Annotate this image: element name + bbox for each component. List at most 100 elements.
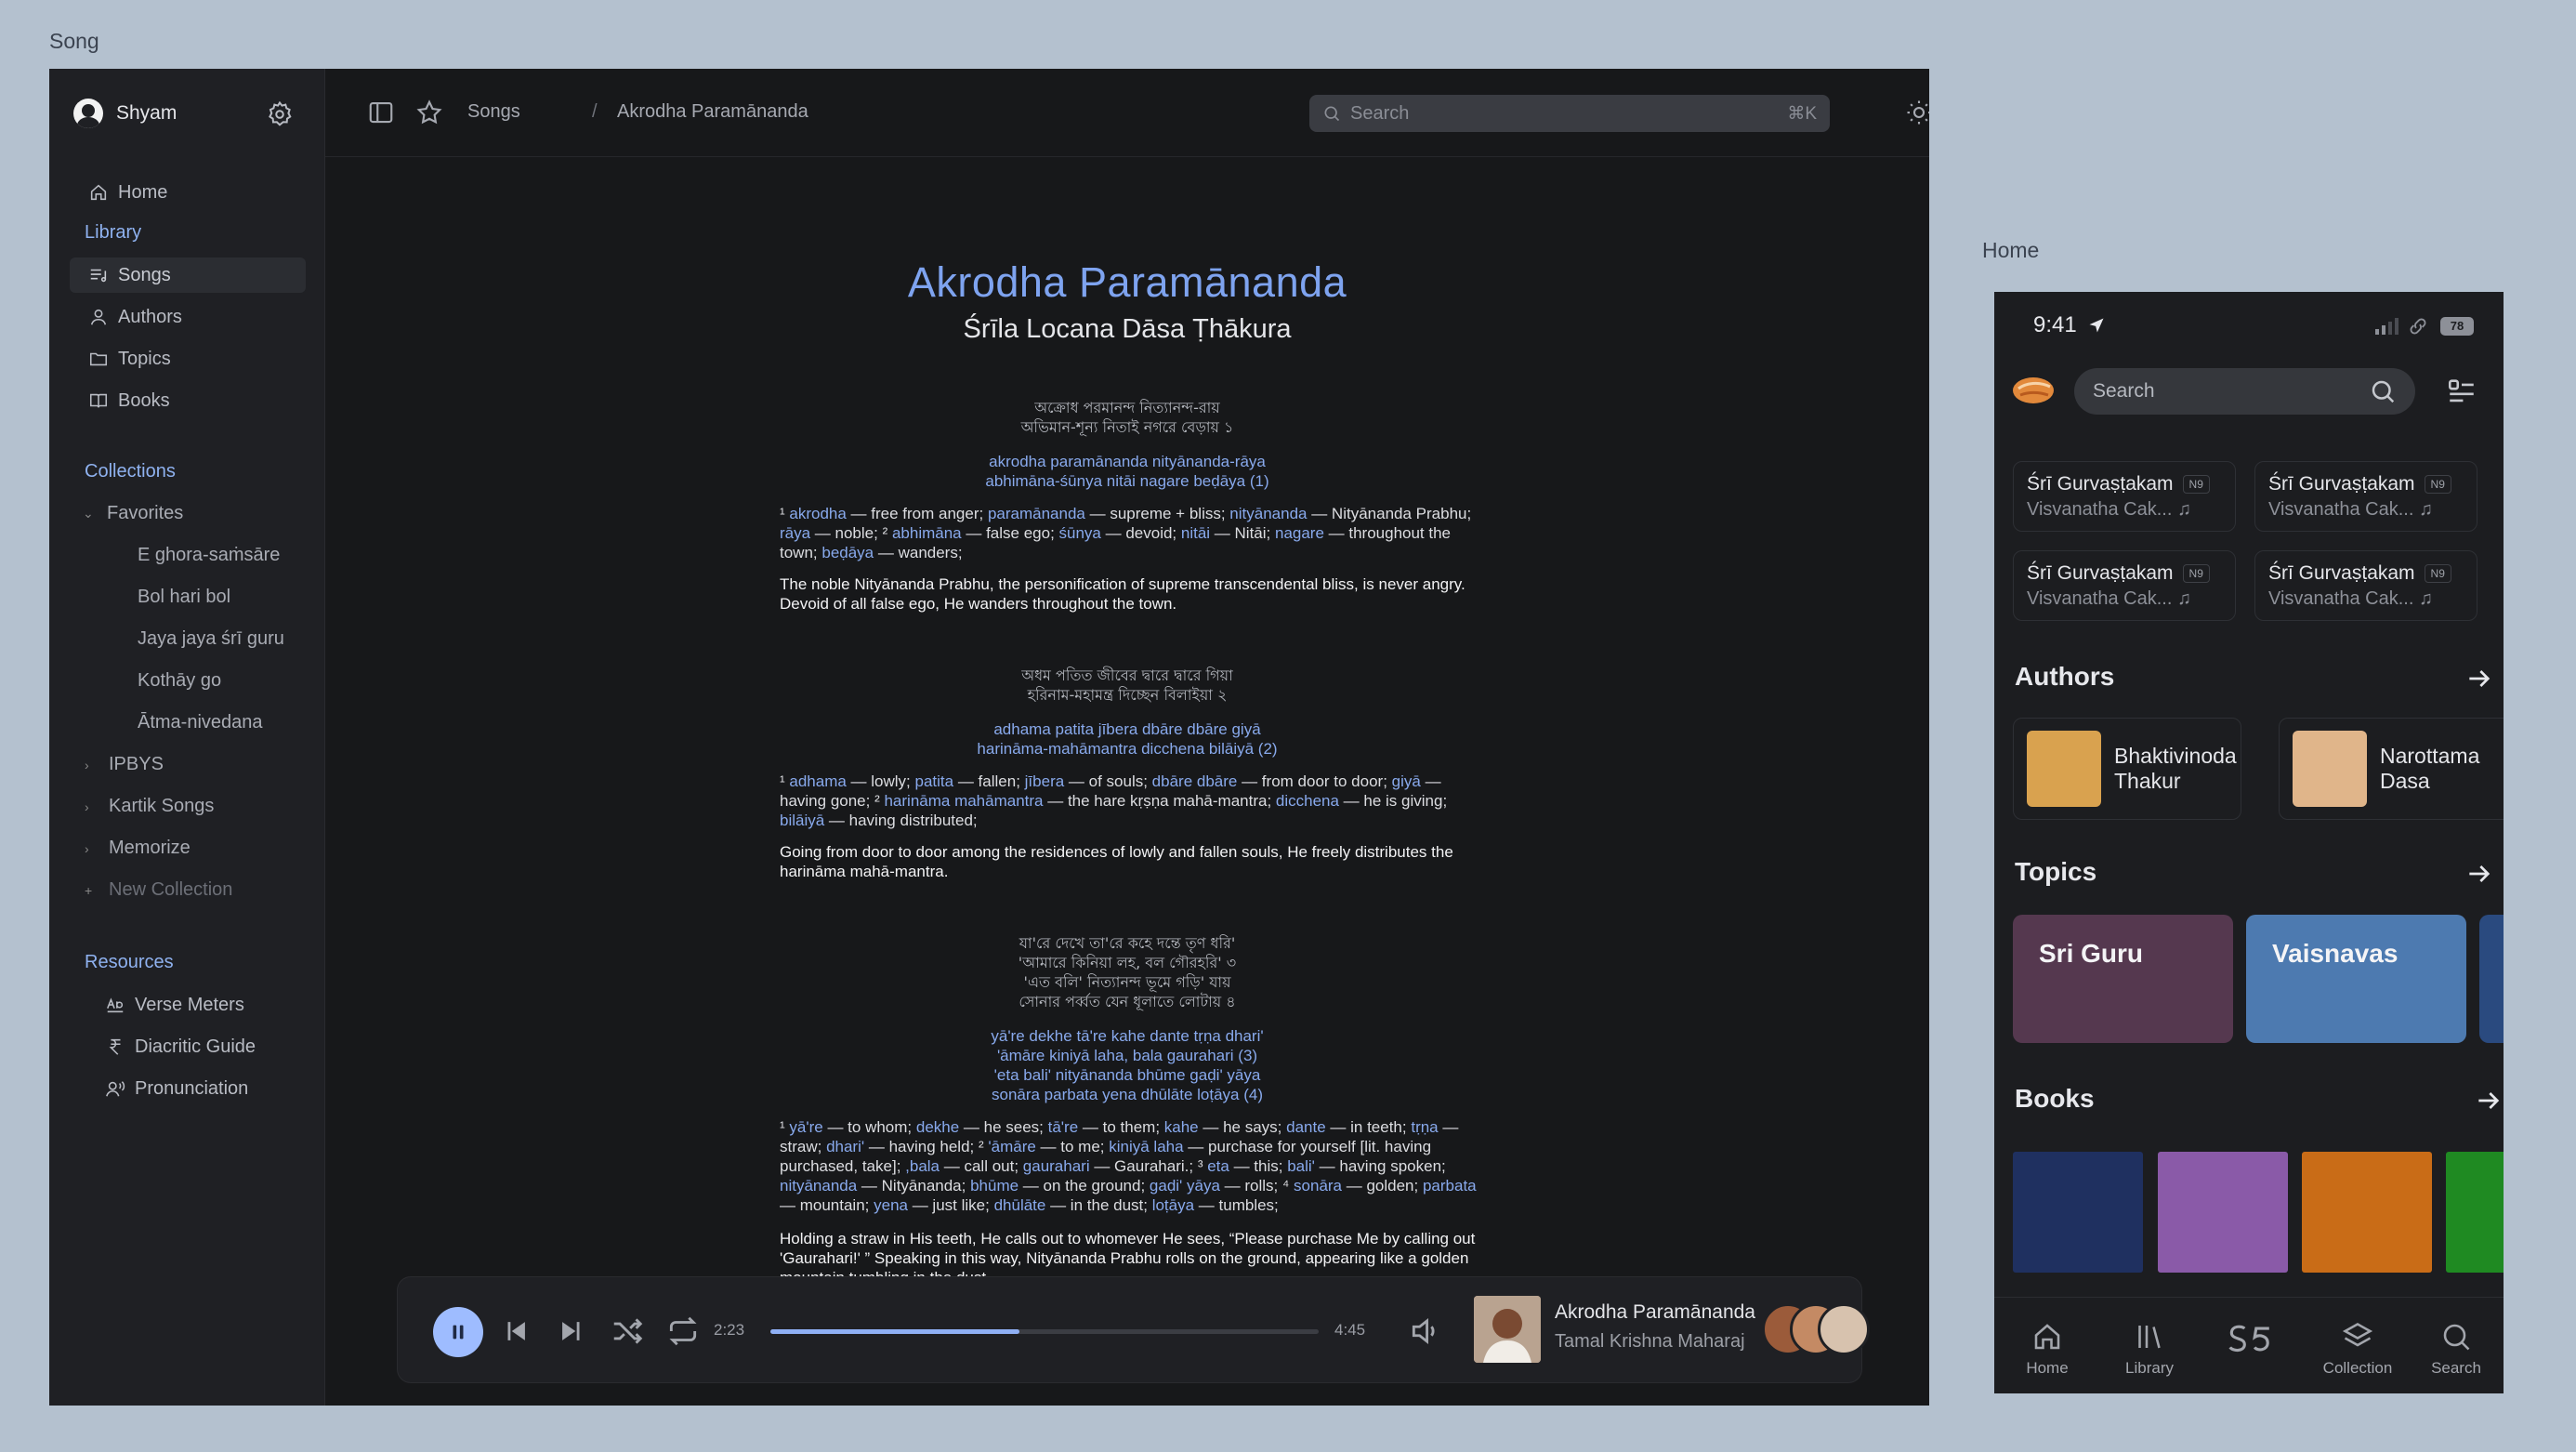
gear-icon[interactable]: [266, 100, 294, 128]
synonym-word[interactable]: dhari': [826, 1138, 864, 1155]
favorite-song-1[interactable]: E ghora-saṁsāre: [138, 545, 280, 566]
synonym-word[interactable]: dicchena: [1276, 792, 1339, 810]
synonym-word[interactable]: dbāre dbāre: [1152, 772, 1238, 790]
synonym-word[interactable]: beḍāya: [821, 544, 874, 561]
synonym-word[interactable]: dhūlāte: [994, 1196, 1046, 1214]
author-card[interactable]: Bhaktivinoda Thakur: [2013, 718, 2241, 820]
favorite-song-3[interactable]: Jaya jaya śrī guru: [138, 628, 284, 650]
collection-memorize[interactable]: › Memorize: [85, 838, 191, 859]
rupee-icon: [109, 1038, 121, 1055]
listeners-avatars[interactable]: [1762, 1303, 1873, 1357]
sun-icon[interactable]: [1905, 99, 1929, 126]
star-icon[interactable]: [415, 99, 443, 126]
volume-icon[interactable]: [1408, 1313, 1443, 1349]
synonym-word[interactable]: rāya: [780, 524, 810, 542]
sidebar-toggle-icon[interactable]: [367, 99, 395, 126]
synonym-word[interactable]: yā're: [789, 1118, 822, 1136]
shuffle-icon[interactable]: [610, 1313, 645, 1349]
sidebar-item-topics[interactable]: Topics: [70, 341, 306, 376]
synonym-word[interactable]: paramānanda: [988, 505, 1085, 522]
collection-favorites[interactable]: ⌄ Favorites: [83, 503, 183, 524]
pause-button[interactable]: [433, 1307, 483, 1357]
synonym-word[interactable]: bali': [1287, 1157, 1315, 1175]
topic-card-sri-guru[interactable]: Sri Guru: [2013, 915, 2233, 1043]
synonym-word[interactable]: nityānanda: [780, 1177, 857, 1195]
synonym-word[interactable]: harināma mahāmantra: [884, 792, 1043, 810]
synonym-word[interactable]: tā're: [1048, 1118, 1079, 1136]
synonym-word[interactable]: patita: [915, 772, 954, 790]
synonym-word[interactable]: akrodha: [789, 505, 846, 522]
synonym-word[interactable]: abhimāna: [892, 524, 962, 542]
sidebar-item-pronunciation[interactable]: Pronunciation: [85, 1071, 321, 1106]
synonym-word[interactable]: sonāra: [1294, 1177, 1342, 1195]
book-cover[interactable]: [2302, 1152, 2432, 1273]
sidebar-item-verse-meters[interactable]: Verse Meters: [85, 987, 321, 1023]
synonym-word[interactable]: nitāi: [1181, 524, 1210, 542]
synonym-word[interactable]: jībera: [1025, 772, 1065, 790]
synonym-word[interactable]: dekhe: [916, 1118, 959, 1136]
synonym-word[interactable]: kiniyā laha: [1109, 1138, 1183, 1155]
synonym-line: straw; dhari' — having held; ² 'āmāre — …: [780, 1137, 1588, 1156]
search-input[interactable]: Search ⌘K: [1309, 95, 1830, 132]
recent-song-card[interactable]: Śrī Gurvaṣṭakam N9 Visvanatha Cak... ♫: [2013, 461, 2236, 532]
synonym-word[interactable]: ,bala: [905, 1157, 940, 1175]
arrow-right-icon[interactable]: [2474, 1086, 2504, 1115]
sidebar-item-books[interactable]: Books: [70, 383, 306, 418]
synonym-word[interactable]: kahe: [1164, 1118, 1199, 1136]
synonym-word[interactable]: loṭāya: [1152, 1196, 1194, 1214]
favorite-song-4[interactable]: Kothāy go: [138, 670, 221, 692]
favorite-song-2[interactable]: Bol hari bol: [138, 587, 230, 608]
conch-logo-icon[interactable]: [2011, 370, 2057, 411]
recent-song-card[interactable]: Śrī Gurvaṣṭakam N9 Visvanatha Cak... ♫: [2254, 461, 2477, 532]
synonym-word[interactable]: nagare: [1275, 524, 1324, 542]
synonym-word[interactable]: bhūme: [970, 1177, 1019, 1195]
topic-card[interactable]: [2479, 915, 2504, 1043]
tab-search[interactable]: Search: [2414, 1320, 2498, 1378]
synonym-word[interactable]: śūnya: [1059, 524, 1101, 542]
sidebar-item-authors[interactable]: Authors: [70, 299, 306, 335]
synonym-word[interactable]: adhama: [789, 772, 846, 790]
synonym-word[interactable]: gaurahari: [1023, 1157, 1090, 1175]
tab-logo[interactable]: [2207, 1320, 2291, 1363]
favorite-song-5[interactable]: Ātma-nivedana: [138, 712, 263, 733]
arrow-right-icon[interactable]: [2464, 664, 2494, 693]
verse-2-transliteration: adhama patita jībera dbāre dbāre giyā ha…: [325, 719, 1929, 759]
song-author[interactable]: Śrīla Locana Dāsa Ṭhākura: [325, 314, 1929, 345]
synonym-word[interactable]: dante: [1286, 1118, 1326, 1136]
track-artist: Tamal Krishna Maharaj: [1555, 1331, 1745, 1352]
arrow-right-icon[interactable]: [2464, 859, 2494, 889]
synonym-word[interactable]: nityānanda: [1229, 505, 1307, 522]
tab-library[interactable]: Library: [2108, 1320, 2191, 1378]
tab-collection[interactable]: Collection: [2316, 1320, 2399, 1378]
collection-ipbys[interactable]: › IPBYS: [85, 754, 164, 775]
book-cover[interactable]: [2446, 1152, 2504, 1273]
new-collection-button[interactable]: + New Collection: [85, 879, 232, 901]
synonym-word[interactable]: tṛṇa: [1411, 1118, 1438, 1136]
repeat-icon[interactable]: [665, 1313, 701, 1349]
recent-song-card[interactable]: Śrī Gurvaṣṭakam N9 Visvanatha Cak... ♫: [2254, 550, 2477, 621]
synonym-word[interactable]: parbata: [1423, 1177, 1477, 1195]
recent-song-card[interactable]: Śrī Gurvaṣṭakam N9 Visvanatha Cak... ♫: [2013, 550, 2236, 621]
filter-settings-icon[interactable]: [2446, 376, 2477, 407]
book-cover[interactable]: [2013, 1152, 2143, 1273]
sidebar-item-diacritic-guide[interactable]: Diacritic Guide: [85, 1029, 321, 1064]
book-cover[interactable]: [2158, 1152, 2288, 1273]
next-icon[interactable]: [556, 1315, 587, 1347]
synonym-word[interactable]: gaḍi' yāya: [1150, 1177, 1220, 1195]
sidebar-item-songs[interactable]: Songs: [70, 257, 306, 293]
synonym-word[interactable]: giyā: [1392, 772, 1421, 790]
synonym-word[interactable]: eta: [1207, 1157, 1229, 1175]
progress-bar[interactable]: [770, 1329, 1319, 1334]
synonym-word[interactable]: bilāiyā: [780, 812, 824, 829]
mobile-search-input[interactable]: Search: [2074, 368, 2415, 415]
tab-home[interactable]: Home: [2005, 1320, 2089, 1378]
author-card[interactable]: Narottama Dasa: [2279, 718, 2504, 820]
previous-icon[interactable]: [500, 1315, 532, 1347]
sidebar-item-home[interactable]: Home: [70, 175, 306, 210]
synonym-word[interactable]: 'āmāre: [988, 1138, 1035, 1155]
topic-card-vaisnavas[interactable]: Vaisnavas: [2246, 915, 2466, 1043]
user-menu[interactable]: Shyam: [73, 99, 177, 128]
breadcrumb-songs[interactable]: Songs: [467, 101, 520, 123]
collection-kartik-songs[interactable]: › Kartik Songs: [85, 796, 214, 817]
synonym-word[interactable]: yena: [874, 1196, 908, 1214]
